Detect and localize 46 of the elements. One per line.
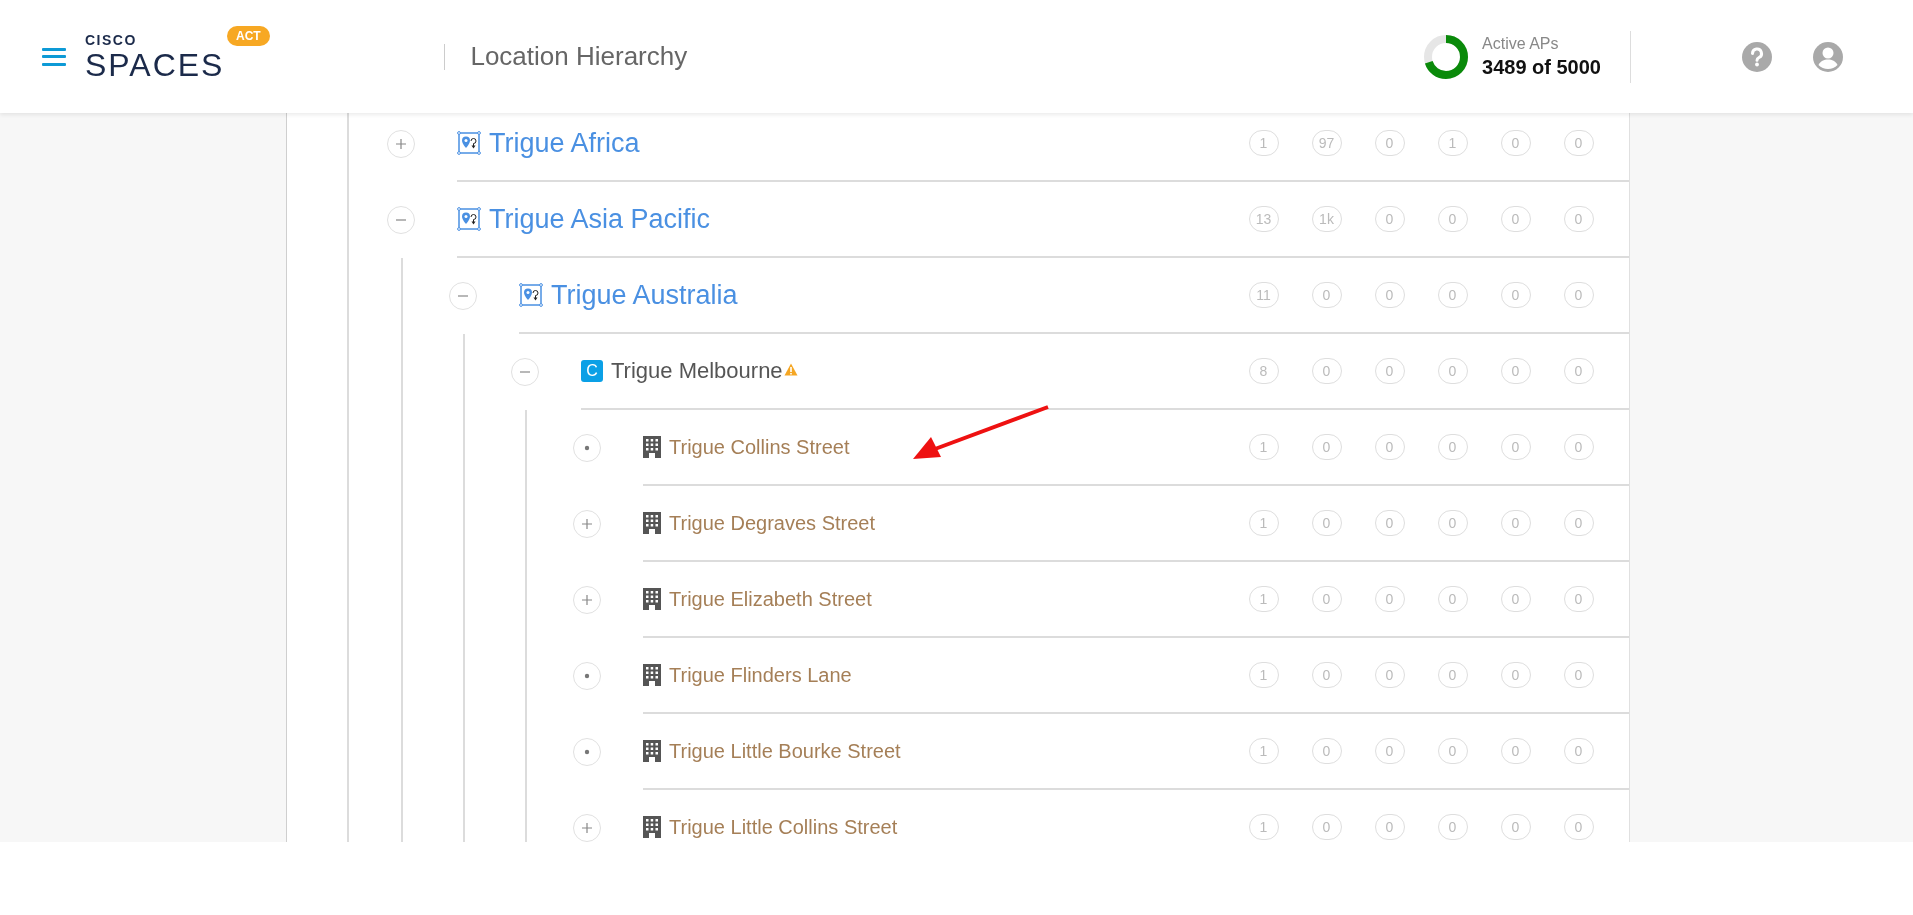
location-name[interactable]: Trigue Flinders Lane (669, 663, 852, 687)
collapse-button[interactable] (511, 358, 539, 386)
expand-button[interactable] (573, 586, 601, 614)
location-name[interactable]: Trigue Australia (551, 279, 738, 311)
act-badge: ACT (227, 25, 270, 46)
leaf-node-marker[interactable] (573, 434, 601, 462)
plus-icon (395, 138, 407, 150)
expand-button[interactable] (573, 510, 601, 538)
user-avatar-icon[interactable] (1812, 40, 1844, 73)
building-icon (643, 664, 661, 686)
building-icon (643, 816, 661, 838)
building-icon (643, 740, 661, 762)
location-name[interactable]: Trigue Asia Pacific (489, 203, 711, 235)
expand-button[interactable] (573, 814, 601, 842)
plus-icon (581, 518, 593, 530)
plus-icon (581, 594, 593, 606)
expand-button[interactable] (387, 130, 415, 158)
help-icon[interactable] (1741, 40, 1773, 73)
leaf-node-marker[interactable] (573, 738, 601, 766)
building-icon (643, 512, 661, 534)
location-name[interactable]: Trigue Little Bourke Street (669, 739, 901, 763)
collapse-button[interactable] (449, 282, 477, 310)
logo-text: CISCO (85, 31, 138, 48)
location-pin-icon (457, 207, 481, 231)
location-name[interactable]: Trigue Africa (489, 127, 640, 159)
location-pin-icon (519, 283, 543, 307)
page-title: Location Hierarchy (470, 41, 688, 72)
location-name[interactable]: Trigue Collins Street (669, 435, 850, 459)
dot-icon (584, 673, 590, 679)
dot-icon (584, 749, 590, 755)
collapse-button[interactable] (387, 206, 415, 234)
location-name[interactable]: Trigue Degraves Street (669, 511, 875, 535)
location-pin-icon (457, 131, 481, 155)
building-icon (643, 436, 661, 458)
location-name[interactable]: Trigue Elizabeth Street (669, 587, 872, 611)
dot-icon (584, 445, 590, 451)
leaf-node-marker[interactable] (573, 662, 601, 690)
plus-icon (581, 822, 593, 834)
location-name[interactable]: Trigue Little Collins Street (669, 815, 898, 839)
building-icon (643, 588, 661, 610)
menu-icon[interactable] (42, 47, 66, 66)
active-aps-label: Active APs (1482, 34, 1560, 53)
location-name[interactable]: Trigue Melbourne (611, 358, 783, 384)
campus-badge: C (581, 360, 603, 382)
logo-text: SPACES (85, 47, 225, 82)
active-aps-value: 3489 of 5000 (1482, 55, 1601, 79)
